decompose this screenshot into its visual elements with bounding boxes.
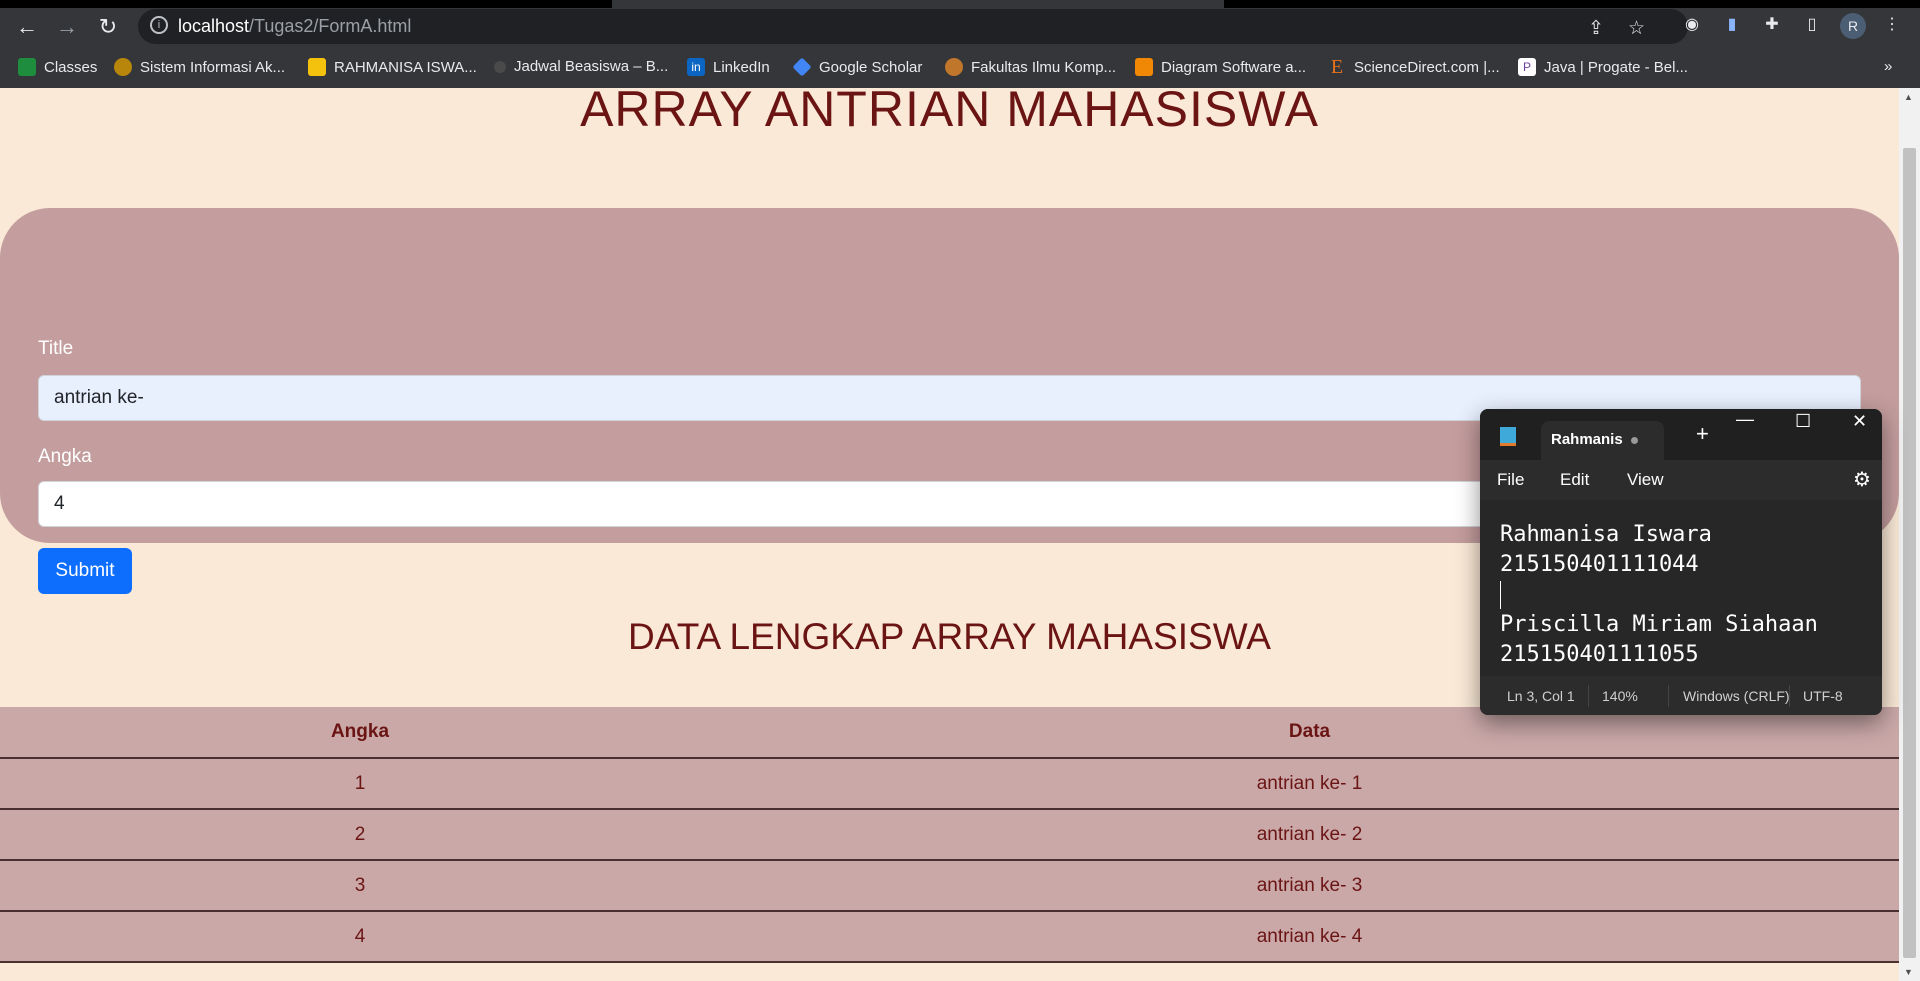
- status-zoom: 140%: [1602, 688, 1638, 704]
- google-classroom-icon: [18, 58, 36, 76]
- bookmark-sciencedirect[interactable]: E ScienceDirect.com |...: [1328, 56, 1500, 78]
- notepad-app-icon: [1500, 427, 1516, 446]
- minimize-icon[interactable]: —: [1736, 409, 1754, 430]
- maximize-icon[interactable]: ☐: [1795, 411, 1811, 432]
- notepad-statusbar: Ln 3, Col 1 140% Windows (CRLF) UTF-8: [1480, 676, 1882, 715]
- data-table: Angka Data 1 antrian ke- 1 2 antrian ke- 2 …: [0, 707, 1899, 963]
- bookmark-label: Classes: [44, 58, 98, 76]
- menu-edit[interactable]: Edit: [1560, 470, 1589, 490]
- extension-face-icon[interactable]: ◉: [1682, 14, 1702, 34]
- scholar-icon: [792, 57, 812, 77]
- university-seal-icon: [114, 58, 132, 76]
- url-host: localhost: [178, 16, 250, 36]
- reload-icon[interactable]: ↻: [93, 14, 123, 40]
- seal-icon: [494, 60, 506, 73]
- bookmark-label: Java | Progate - Bel...: [1544, 58, 1688, 76]
- address-bar[interactable]: i localhost/Tugas2/FormA.html ⇪ ☆: [138, 9, 1688, 44]
- bookmark-label: RAHMANISA ISWA...: [334, 58, 477, 76]
- title-label: Title: [38, 338, 74, 359]
- bookmark-linkedin[interactable]: in LinkedIn: [687, 58, 770, 76]
- bookmark-label: ScienceDirect.com |...: [1354, 58, 1500, 76]
- more-bookmarks-button[interactable]: »: [1884, 58, 1892, 75]
- bookmarks-bar: Classes Sistem Informasi Ak... RAHMANISA…: [0, 49, 1920, 88]
- bookmark-classes[interactable]: Classes: [18, 58, 97, 76]
- bookmark-scholar[interactable]: Google Scholar: [792, 57, 923, 77]
- forward-icon[interactable]: →: [52, 14, 82, 40]
- bookmark-diagram[interactable]: Diagram Software a...: [1135, 58, 1306, 76]
- bookmark-progate[interactable]: P Java | Progate - Bel...: [1518, 58, 1688, 76]
- cell-data: antrian ke- 1: [720, 758, 1899, 810]
- cell-data: antrian ke- 3: [720, 860, 1899, 912]
- notepad-text-area[interactable]: Rahmanisa Iswara 215150401111044 Priscilla…: [1480, 500, 1882, 685]
- extensions-puzzle-icon[interactable]: ✚: [1762, 14, 1782, 34]
- text-line: 215150401111055: [1500, 642, 1699, 667]
- angka-label: Angka: [38, 446, 92, 467]
- faculty-icon: [945, 58, 963, 76]
- scroll-up-icon[interactable]: ▲: [1904, 92, 1913, 102]
- text-caret: [1500, 581, 1501, 609]
- url-text[interactable]: localhost/Tugas2/FormA.html: [178, 16, 411, 37]
- profile-avatar[interactable]: R: [1840, 13, 1866, 39]
- page-scrollbar[interactable]: ▲ ▼: [1899, 88, 1920, 981]
- browser-chrome: ← → ↻ i localhost/Tugas2/FormA.html ⇪ ☆ …: [0, 0, 1920, 88]
- site-info-icon[interactable]: i: [150, 16, 168, 34]
- bookmark-label: LinkedIn: [713, 58, 770, 76]
- cell-angka: 2: [0, 809, 720, 861]
- bookmark-siakad[interactable]: Sistem Informasi Ak...: [114, 58, 285, 76]
- bookmark-label: Google Scholar: [819, 58, 923, 76]
- page-title: ARRAY ANTRIAN MAHASISWA: [580, 88, 1319, 137]
- progate-icon: P: [1518, 58, 1536, 76]
- settings-gear-icon[interactable]: ⚙: [1853, 467, 1871, 492]
- notepad-titlebar[interactable]: Rahmanis + — ☐ ✕: [1480, 409, 1882, 460]
- cell-angka: 1: [0, 758, 720, 810]
- linkedin-icon: in: [687, 58, 705, 76]
- status-line-ending: Windows (CRLF): [1683, 688, 1790, 704]
- submit-button[interactable]: Submit: [38, 548, 132, 594]
- close-icon[interactable]: ✕: [1852, 411, 1867, 432]
- header-angka: Angka: [0, 707, 720, 759]
- cell-data: antrian ke- 4: [720, 911, 1899, 963]
- status-position: Ln 3, Col 1: [1507, 688, 1575, 704]
- bookmark-label: Diagram Software a...: [1161, 58, 1307, 76]
- bookmark-beasiswa[interactable]: Jadwal Beasiswa – B...: [494, 58, 668, 75]
- text-caret-line: [1500, 580, 1882, 610]
- unsaved-dot-icon: [1631, 437, 1638, 444]
- back-icon[interactable]: ←: [12, 14, 42, 40]
- text-line: 215150401111044: [1500, 552, 1699, 577]
- table-row: 2 antrian ke- 2: [0, 809, 1899, 861]
- tab-strip: [0, 0, 1920, 8]
- scroll-down-icon[interactable]: ▼: [1904, 967, 1913, 977]
- notepad-tab[interactable]: Rahmanis: [1541, 421, 1664, 460]
- new-tab-plus-icon[interactable]: +: [1696, 421, 1709, 447]
- menu-view[interactable]: View: [1627, 470, 1664, 490]
- bookmark-label: Fakultas Ilmu Komp...: [971, 58, 1117, 76]
- bookmark-star-icon[interactable]: ☆: [1628, 17, 1645, 40]
- text-line: Priscilla Miriam Siahaan: [1500, 612, 1818, 637]
- cell-angka: 4: [0, 911, 720, 963]
- text-line: Rahmanisa Iswara: [1500, 522, 1712, 547]
- bookmark-label: Jadwal Beasiswa – B...: [514, 58, 669, 75]
- url-path: /Tugas2/FormA.html: [249, 16, 412, 36]
- elsevier-icon: E: [1330, 56, 1344, 78]
- scrollbar-thumb[interactable]: [1903, 148, 1916, 958]
- status-encoding: UTF-8: [1803, 688, 1843, 704]
- table-row: 1 antrian ke- 1: [0, 758, 1899, 810]
- extension-docs-icon[interactable]: ▮: [1722, 14, 1742, 34]
- notepad-tab-title: Rahmanis: [1551, 431, 1623, 448]
- bookmark-fakultas[interactable]: Fakultas Ilmu Komp...: [945, 58, 1116, 76]
- side-panel-icon[interactable]: ▯: [1802, 14, 1822, 34]
- notepad-window: Rahmanis + — ☐ ✕ File Edit View ⚙ Rahman…: [1480, 409, 1882, 715]
- bookmark-rahmanisa[interactable]: RAHMANISA ISWA...: [308, 58, 477, 76]
- cell-angka: 3: [0, 860, 720, 912]
- table-row: 3 antrian ke- 3: [0, 860, 1899, 912]
- menu-file[interactable]: File: [1497, 470, 1524, 490]
- lightbulb-icon: [308, 58, 326, 76]
- notepad-menubar: File Edit View ⚙: [1480, 460, 1882, 500]
- cell-data: antrian ke- 2: [720, 809, 1899, 861]
- share-icon[interactable]: ⇪: [1588, 17, 1604, 40]
- menu-kebab-icon[interactable]: ⋮: [1882, 14, 1902, 34]
- bookmark-label: Sistem Informasi Ak...: [140, 58, 286, 76]
- drawio-icon: [1135, 58, 1153, 76]
- table-row: 4 antrian ke- 4: [0, 911, 1899, 963]
